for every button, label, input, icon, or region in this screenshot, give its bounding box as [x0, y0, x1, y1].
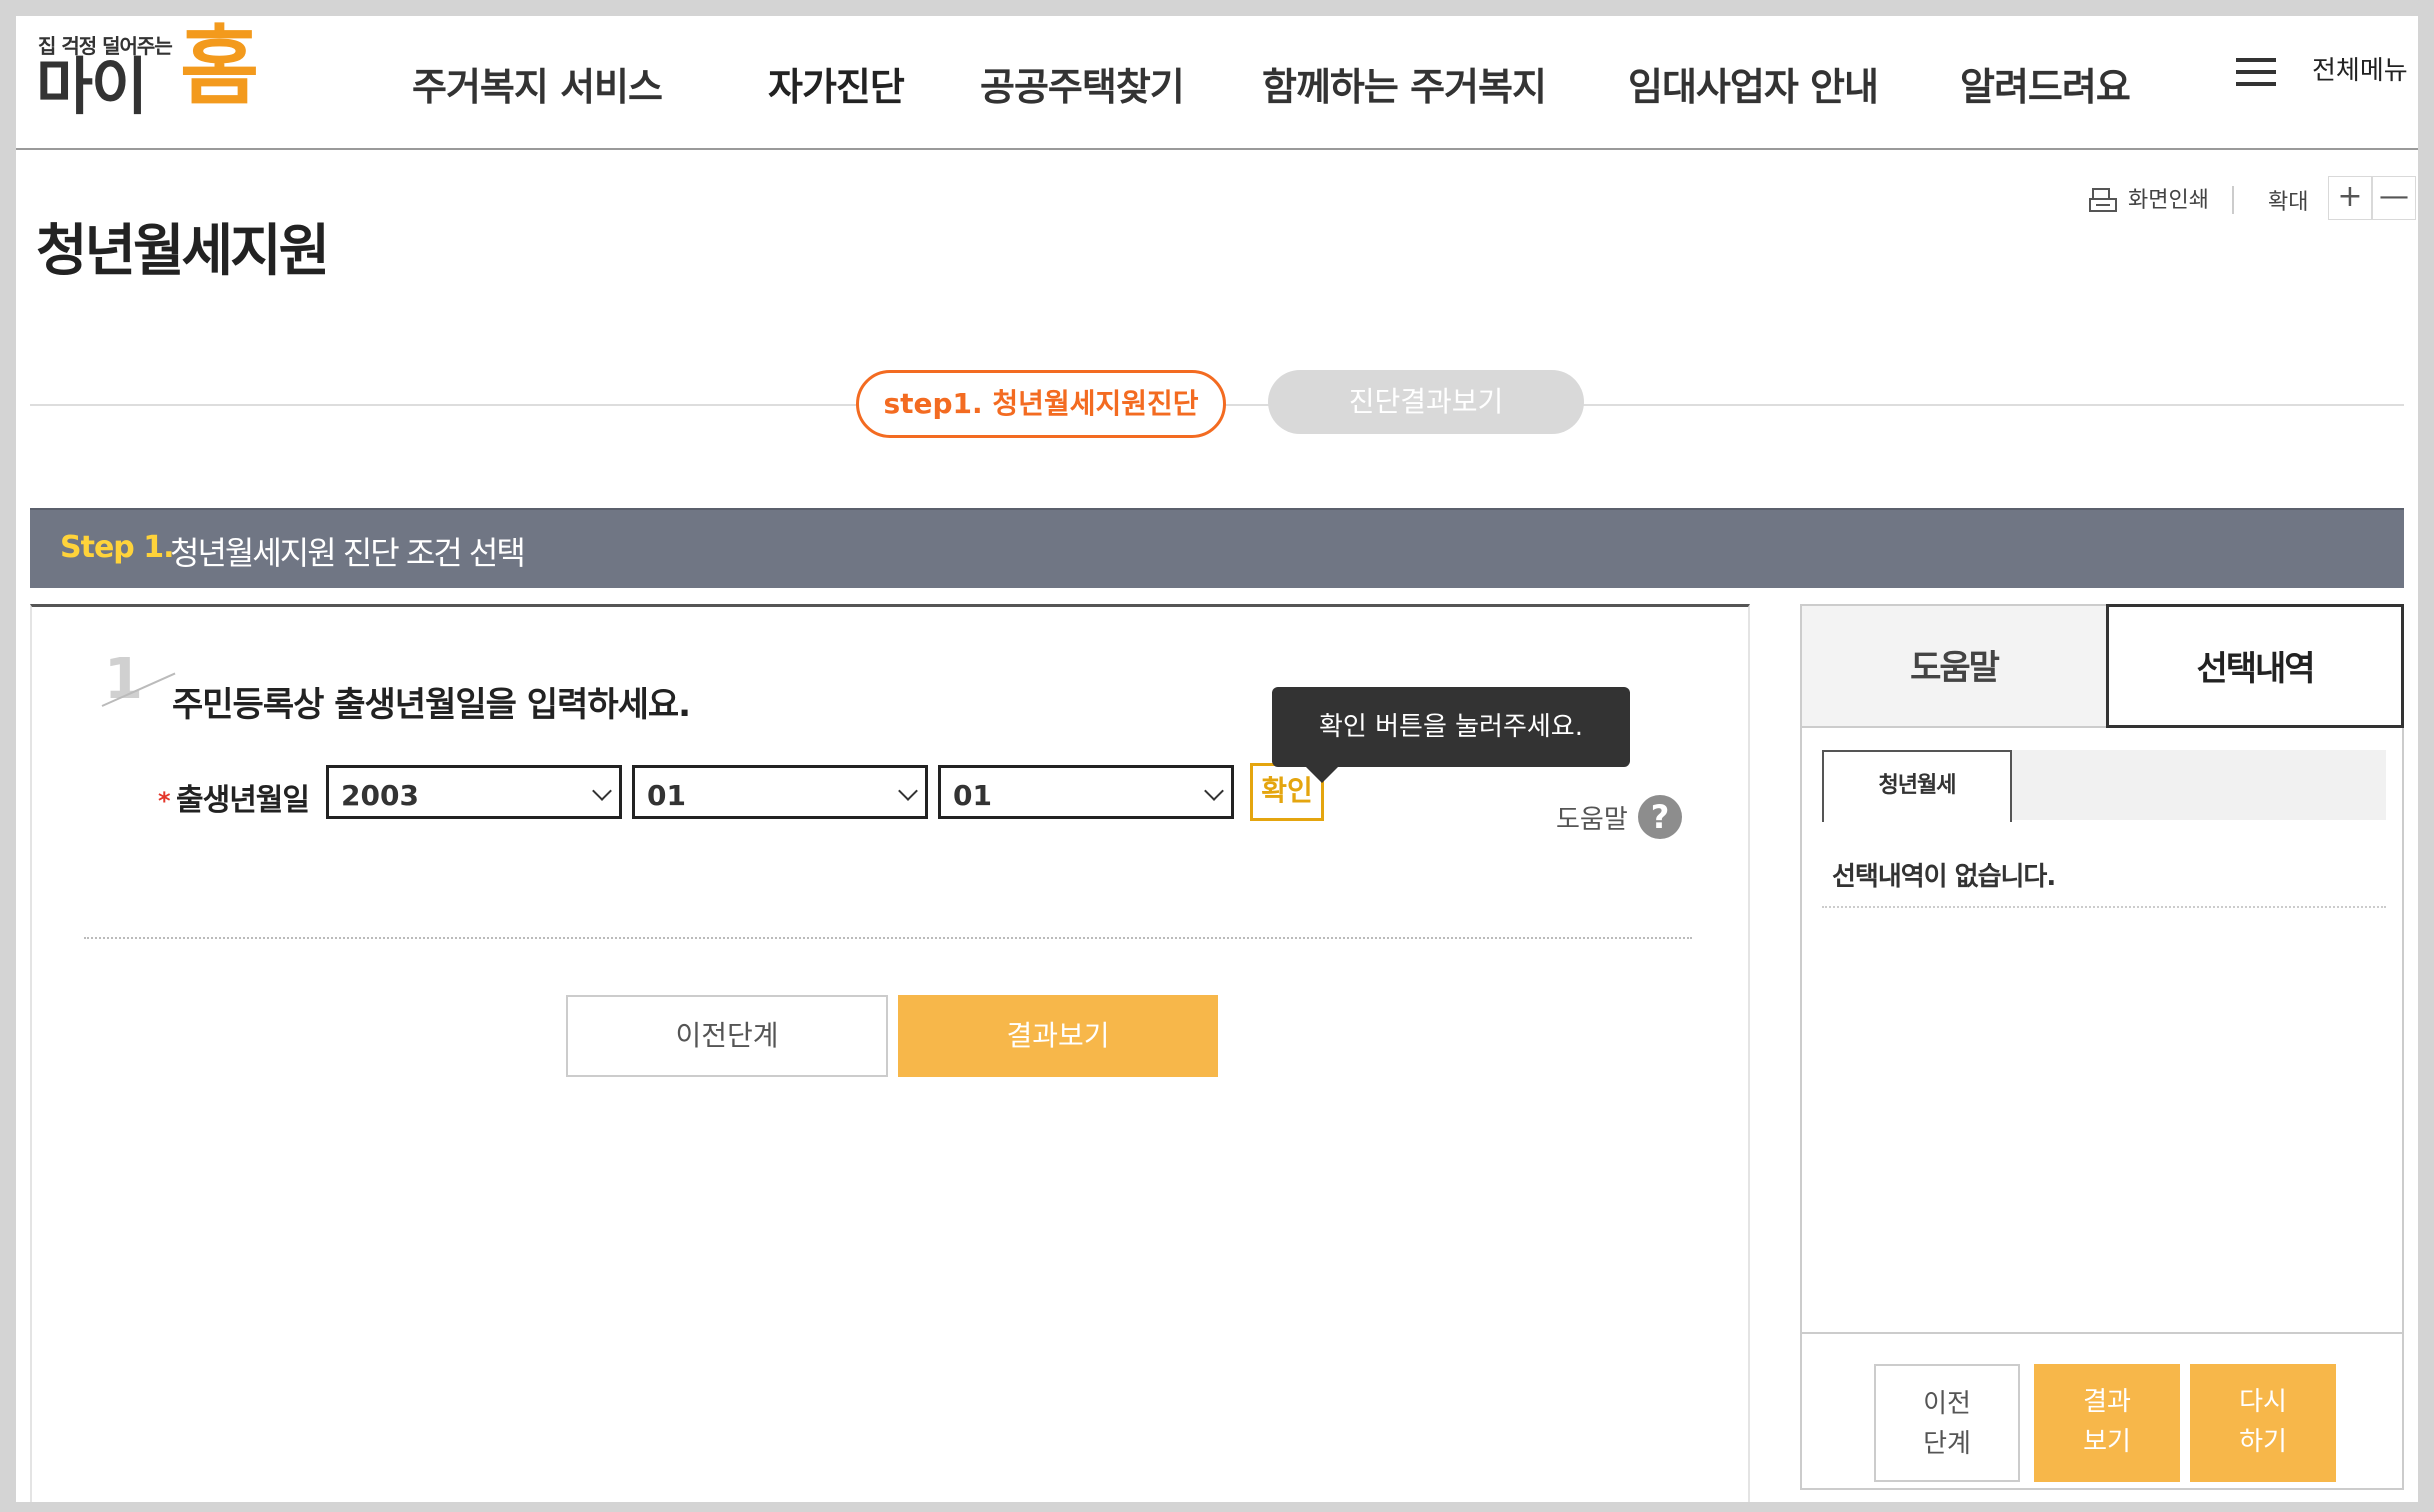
side-again-line2: 하기: [2239, 1427, 2287, 1457]
side-result-line2: 보기: [2083, 1427, 2131, 1457]
tab-selection-history[interactable]: 선택내역: [2106, 604, 2404, 728]
subtab-youth-rent[interactable]: 청년월세: [1822, 750, 2012, 822]
birth-day-select[interactable]: 01: [938, 765, 1234, 819]
birth-year-select[interactable]: 2003: [326, 765, 622, 819]
zoom-out-button[interactable]: —: [2372, 176, 2416, 220]
step-tab-result[interactable]: 진단결과보기: [1268, 370, 1584, 434]
zoom-in-button[interactable]: +: [2328, 176, 2372, 220]
selection-box: 청년월세 선택내역이 없습니다. 이전 단계 결과 보기 다시 하기: [1800, 728, 2404, 1490]
question-panel: 1 주민등록상 출생년월일을 입력하세요. * 출생년월일 2003 01 01…: [30, 604, 1750, 1502]
nav-notices[interactable]: 알려드려요: [1960, 56, 2131, 111]
confirm-tooltip: 확인 버튼을 눌러주세요.: [1272, 687, 1630, 783]
side-again-line1: 다시: [2239, 1387, 2287, 1417]
dotted-divider: [1822, 906, 2386, 908]
side-panel: 도움말 선택내역 청년월세 선택내역이 없습니다. 이전 단계 결과 보기 다시…: [1800, 604, 2404, 1502]
printer-icon: [2089, 188, 2117, 212]
help-link[interactable]: 도움말: [1556, 799, 1628, 836]
site-logo[interactable]: 집 걱정 덜어주는 마이 홈: [36, 17, 268, 132]
birth-year-value: 2003: [341, 779, 419, 812]
page-title: 청년월세지원: [36, 219, 330, 284]
side-prev-line2: 단계: [1923, 1429, 1971, 1459]
birth-month-select[interactable]: 01: [632, 765, 928, 819]
birth-day-value: 01: [953, 779, 992, 812]
step-tab-diagnosis[interactable]: step1. 청년월세지원진단: [856, 370, 1226, 438]
birthdate-label: 출생년월일: [176, 783, 310, 818]
view-result-button[interactable]: 결과보기: [898, 995, 1218, 1077]
site-header: 집 걱정 덜어주는 마이 홈 주거복지 서비스 자가진단 공공주택찾기 함께하는…: [16, 16, 2418, 150]
logo-brand-text: 마이: [36, 50, 148, 123]
panel-footer-divider: [1802, 1332, 2402, 1334]
zoom-label: 확대: [2268, 190, 2309, 215]
side-result-line1: 결과: [2083, 1387, 2131, 1417]
print-label: 화면인쇄: [2128, 188, 2209, 213]
nav-self-diagnosis[interactable]: 자가진단: [768, 56, 905, 111]
print-button[interactable]: 화면인쇄: [2088, 182, 2209, 215]
empty-selection-message: 선택내역이 없습니다.: [1832, 862, 2056, 892]
birth-month-value: 01: [647, 779, 686, 812]
section-header: Step 1. 청년월세지원 진단 조건 선택: [30, 508, 2404, 588]
utility-divider: [2232, 186, 2234, 214]
nav-housing-welfare-service[interactable]: 주거복지 서비스: [412, 56, 663, 111]
nav-public-housing-search[interactable]: 공공주택찾기: [980, 56, 1185, 111]
logo-brand-mark: 홈: [180, 17, 260, 117]
required-mark: *: [158, 787, 171, 815]
dotted-divider: [84, 937, 1692, 939]
section-title: 청년월세지원 진단 조건 선택: [170, 534, 526, 572]
hamburger-menu-icon[interactable]: [2236, 58, 2276, 88]
nav-landlord-guide[interactable]: 임대사업자 안내: [1628, 56, 1879, 111]
side-previous-step-button[interactable]: 이전 단계: [1874, 1364, 2020, 1482]
side-prev-line1: 이전: [1923, 1389, 1971, 1419]
side-view-result-button[interactable]: 결과 보기: [2034, 1364, 2180, 1482]
tab-help[interactable]: 도움말: [1800, 604, 2106, 728]
all-menu-link[interactable]: 전체메뉴: [2312, 50, 2408, 87]
question-text: 주민등록상 출생년월일을 입력하세요.: [172, 685, 691, 725]
section-step-label: Step 1.: [60, 530, 174, 565]
chevron-down-icon: [898, 781, 918, 801]
nav-together-welfare[interactable]: 함께하는 주거복지: [1262, 56, 1547, 111]
chevron-down-icon: [592, 781, 612, 801]
previous-step-button[interactable]: 이전단계: [566, 995, 888, 1077]
chevron-down-icon: [1204, 781, 1224, 801]
side-restart-button[interactable]: 다시 하기: [2190, 1364, 2336, 1482]
page: 집 걱정 덜어주는 마이 홈 주거복지 서비스 자가진단 공공주택찾기 함께하는…: [16, 16, 2418, 1502]
help-question-icon[interactable]: ?: [1638, 795, 1682, 839]
